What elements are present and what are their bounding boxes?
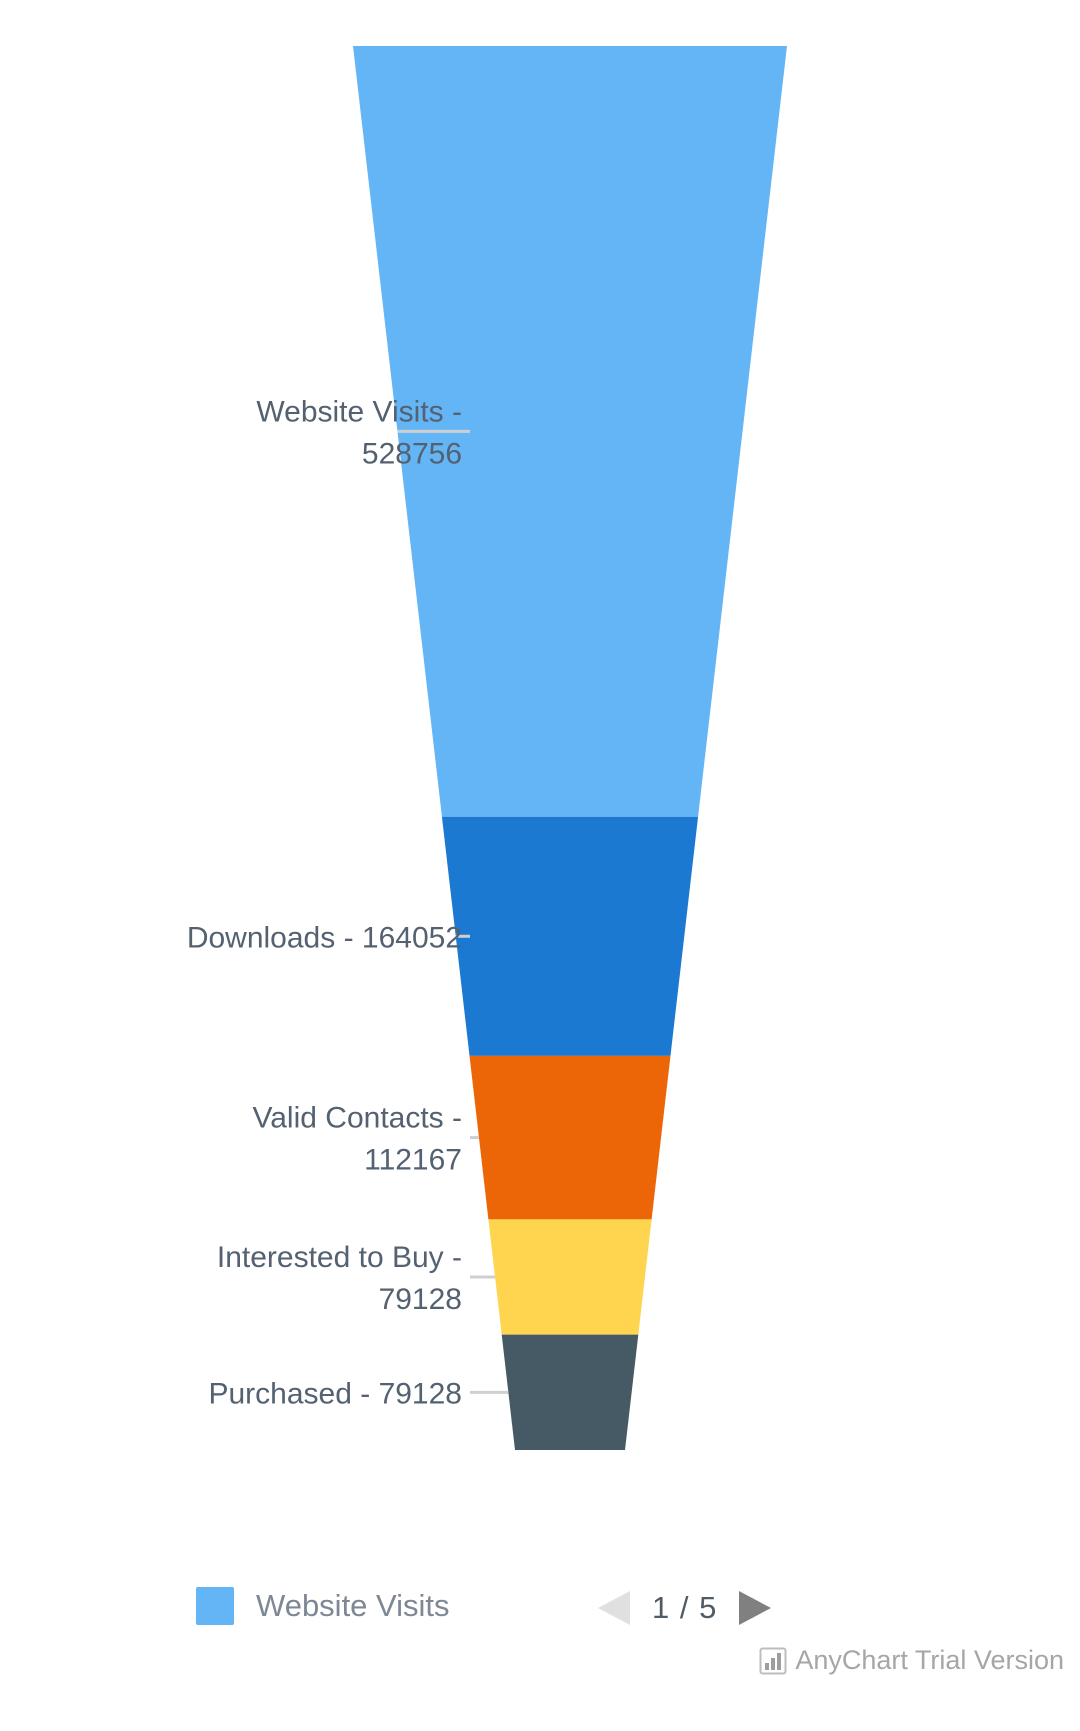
triangle-right-icon[interactable]: [735, 1587, 775, 1629]
legend: Website Visits: [196, 1587, 450, 1625]
funnel-point-label: Valid Contacts -112167: [252, 1102, 462, 1177]
pager-count: 1 / 5: [652, 1590, 718, 1625]
funnel-segment[interactable]: [501, 1334, 639, 1450]
funnel-point-label: Interested to Buy -79128: [217, 1241, 462, 1316]
funnel-segment[interactable]: [488, 1219, 652, 1335]
legend-swatch-website-visits[interactable]: [196, 1587, 234, 1625]
funnel-svg: Website Visits -528756Downloads - 164052…: [187, 46, 787, 1450]
funnel-segments: [353, 46, 787, 1450]
funnel-chart: Website Visits -528756 Downloads - 164052…: [0, 0, 1080, 1731]
funnel-point-label: Purchased - 79128: [208, 1377, 462, 1410]
anychart-credits[interactable]: AnyChart Trial Version: [759, 1645, 1064, 1676]
triangle-left-icon[interactable]: [594, 1587, 634, 1629]
funnel-segment[interactable]: [469, 1055, 671, 1220]
bar-chart-icon: [759, 1647, 787, 1674]
funnel-point-label: Downloads - 164052: [187, 921, 462, 954]
legend-pager: 1 / 5: [594, 1587, 775, 1629]
chart-footer: Website Visits 1 / 5 AnyChart Trial Vers…: [0, 1571, 1080, 1731]
legend-label-website-visits[interactable]: Website Visits: [256, 1588, 450, 1624]
credits-text: AnyChart Trial Version: [795, 1645, 1064, 1675]
funnel-segment[interactable]: [441, 816, 699, 1056]
